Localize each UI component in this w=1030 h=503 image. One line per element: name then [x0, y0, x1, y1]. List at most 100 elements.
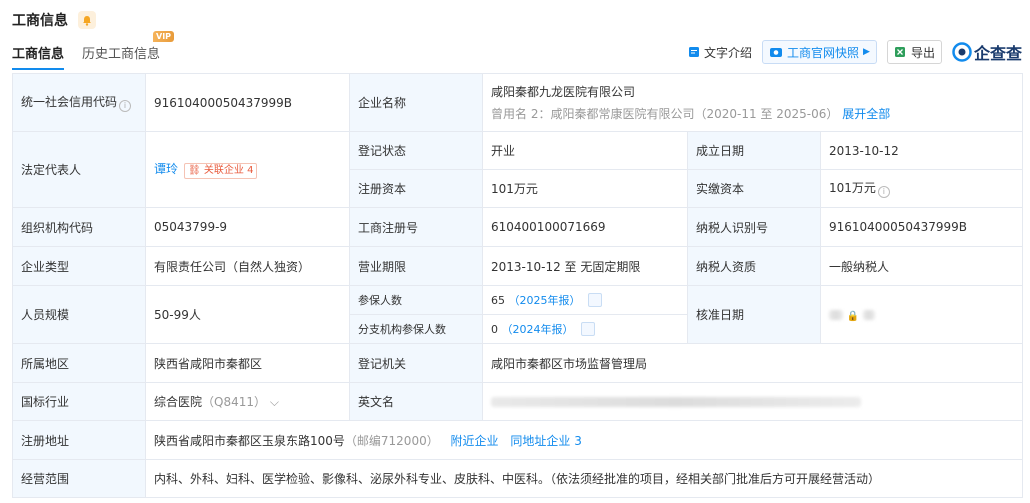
snapshot-button[interactable]: 工商官网快照 ▶	[762, 40, 877, 64]
scope-label: 经营范围	[12, 459, 146, 498]
industry-code: （Q8411）	[202, 395, 267, 409]
table-row: 人员规模 50-99人 参保人数 65 （2025年报） 核准日期 🔒	[12, 285, 1024, 344]
taxpayer-qual-label: 纳税人资质	[687, 246, 821, 286]
english-name-cell	[481, 382, 1024, 421]
blurred-value	[491, 397, 861, 407]
insured-cell: 65 （2025年报）	[482, 285, 688, 315]
document-icon	[689, 47, 700, 57]
camera-icon	[770, 48, 783, 57]
table-row: 经营范围 内科、外科、妇科、医学检验、影像科、泌尿外科专业、皮肤科、中医科。（依…	[12, 459, 1024, 498]
branch-insured-year-link[interactable]: （2024年报）	[502, 323, 574, 336]
branch-insured-label: 分支机构参保人数	[349, 314, 483, 344]
paid-capital-label: 实缴资本	[687, 169, 821, 208]
branch-insured-value: 0	[491, 323, 498, 336]
bell-icon[interactable]	[78, 11, 96, 29]
reg-capital-value: 101万元	[482, 169, 688, 208]
company-name-label: 企业名称	[349, 73, 483, 132]
same-address-link[interactable]: 同地址企业 3	[510, 434, 581, 448]
reg-no-label: 工商注册号	[349, 207, 483, 247]
related-companies-tag[interactable]: ⛓ 关联企业 4	[184, 163, 258, 179]
table-row: 企业类型 有限责任公司（自然人独资） 营业期限 2013-10-12 至 无固定…	[12, 246, 1024, 286]
chevron-right-icon: ▶	[863, 47, 870, 57]
page-title: 工商信息	[12, 13, 68, 29]
tab-history-business-info[interactable]: 历史工商信息 VIP	[82, 31, 175, 70]
chart-icon[interactable]	[588, 293, 602, 307]
section-header: 工商信息	[12, 10, 96, 30]
credit-code-label: 统一社会信用代码 i	[12, 73, 146, 132]
former-name-prefix: 曾用名 2：	[491, 107, 551, 121]
branch-insured-cell: 0 （2024年报）	[482, 314, 688, 344]
blurred-value	[863, 310, 876, 320]
reg-capital-label: 注册资本	[349, 169, 483, 208]
related-icon: ⛓	[188, 165, 201, 176]
company-type-label: 企业类型	[12, 246, 146, 286]
industry-label: 国标行业	[12, 382, 146, 421]
info-icon[interactable]: i	[119, 100, 132, 112]
table-row: 注册地址 陕西省咸阳市秦都区玉泉东路100号（邮编712000） 附近企业 同地…	[12, 420, 1024, 460]
industry-cell[interactable]: 综合医院（Q8411） ⌵	[145, 382, 350, 421]
english-name-label: 英文名	[349, 382, 483, 421]
taxpayer-id-value: 91610400050437999B	[819, 207, 1024, 247]
business-term-label: 营业期限	[349, 246, 483, 286]
text-intro-button[interactable]: 文字介绍	[688, 44, 752, 61]
address-label: 注册地址	[12, 420, 146, 460]
found-date-value: 2013-10-12	[819, 131, 1024, 170]
snapshot-label: 工商官网快照	[787, 45, 860, 60]
org-code-value: 05043799-9	[145, 207, 350, 247]
qcc-logo-icon	[952, 42, 972, 62]
toolbar: 文字介绍 工商官网快照 ▶ 导出 企查查	[678, 40, 1022, 64]
business-info-table: 统一社会信用代码 i 91610400050437999B 企业名称 咸阳秦都九龙…	[12, 73, 1024, 498]
tab-history-label: 历史工商信息	[82, 47, 161, 62]
reg-authority-value: 咸阳市秦都区市场监督管理局	[481, 343, 1024, 383]
tab-business-info[interactable]: 工商信息	[12, 43, 65, 70]
excel-icon	[894, 47, 905, 57]
staff-size-value: 50-99人	[145, 285, 350, 344]
nearby-companies-link[interactable]: 附近企业	[451, 434, 499, 448]
credit-code-value: 91610400050437999B	[145, 73, 350, 132]
reg-status-label: 登记状态	[349, 131, 483, 170]
former-name-value: 咸阳秦都常康医院有限公司（2020-11 至 2025-06）	[550, 107, 839, 121]
taxpayer-qual-value: 一般纳税人	[819, 246, 1024, 286]
brand-name: 企查查	[973, 44, 1022, 63]
export-button[interactable]: 导出	[886, 40, 942, 64]
org-code-label: 组织机构代码	[12, 207, 146, 247]
chevron-down-icon[interactable]: ⌵	[270, 395, 279, 409]
address-cell: 陕西省咸阳市秦都区玉泉东路100号（邮编712000） 附近企业 同地址企业 3	[144, 420, 1024, 460]
table-row: 国标行业 综合医院（Q8411） ⌵ 英文名	[12, 382, 1024, 421]
postcode: （邮编712000）	[344, 433, 439, 448]
address-value: 陕西省咸阳市秦都区玉泉东路100号	[154, 433, 345, 448]
vip-badge: VIP	[153, 31, 175, 42]
legal-rep-link[interactable]: 谭玲	[154, 162, 178, 176]
table-row: 统一社会信用代码 i 91610400050437999B 企业名称 咸阳秦都九龙…	[12, 73, 1024, 132]
text-intro-label: 文字介绍	[704, 45, 753, 60]
expand-all-link[interactable]: 展开全部	[842, 107, 890, 121]
region-label: 所属地区	[12, 343, 146, 383]
company-name-cell: 咸阳秦都九龙医院有限公司 曾用名 2：咸阳秦都常康医院有限公司（2020-11 …	[481, 73, 1024, 132]
approval-date-label: 核准日期	[687, 285, 821, 344]
brand-logo: 企查查	[952, 40, 1022, 64]
insured-label: 参保人数	[349, 285, 483, 315]
region-value: 陕西省咸阳市秦都区	[145, 343, 350, 383]
insured-value: 65	[491, 294, 505, 307]
paid-capital-cell: 101万元 i	[819, 169, 1024, 208]
table-row: 组织机构代码 05043799-9 工商注册号 610400100071669 …	[12, 207, 1024, 247]
company-name-value: 咸阳秦都九龙医院有限公司	[491, 85, 636, 99]
business-term-value: 2013-10-12 至 无固定期限	[482, 246, 688, 286]
found-date-label: 成立日期	[687, 131, 821, 170]
info-icon[interactable]: i	[877, 186, 890, 198]
export-label: 导出	[910, 45, 935, 60]
scope-value: 内科、外科、妇科、医学检验、影像科、泌尿外科专业、皮肤科、中医科。（依法须经批准…	[144, 459, 1024, 498]
lock-icon[interactable]: 🔒	[847, 311, 859, 322]
insured-year-link[interactable]: （2025年报）	[509, 294, 581, 307]
blurred-value	[829, 310, 843, 320]
table-row: 所属地区 陕西省咸阳市秦都区 登记机关 咸阳市秦都区市场监督管理局	[12, 343, 1024, 383]
chart-icon[interactable]	[581, 322, 595, 336]
approval-date-cell: 🔒	[819, 285, 1024, 344]
industry-value: 综合医院	[154, 395, 203, 409]
reg-authority-label: 登记机关	[349, 343, 483, 383]
taxpayer-id-label: 纳税人识别号	[687, 207, 821, 247]
legal-rep-cell: 谭玲 ⛓ 关联企业 4	[145, 131, 350, 208]
company-type-value: 有限责任公司（自然人独资）	[145, 246, 350, 286]
reg-status-value: 开业	[482, 131, 688, 170]
tab-bar: 工商信息 历史工商信息 VIP	[12, 31, 178, 70]
